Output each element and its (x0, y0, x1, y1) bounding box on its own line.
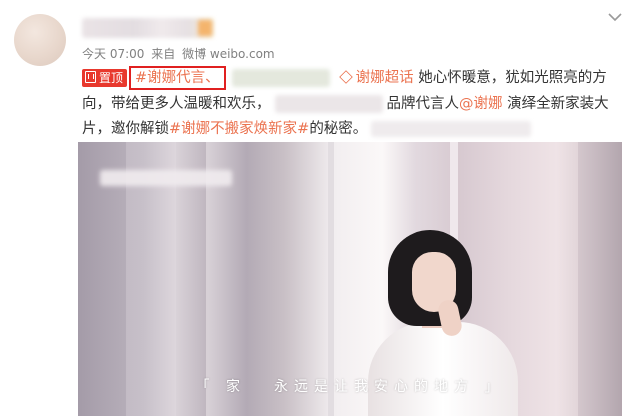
redacted-text (371, 121, 532, 137)
image-caption: 「 家 永远是让我安心的地方 」 (78, 376, 622, 396)
hashtag-highlighted[interactable]: #谢娜代言、 (129, 66, 226, 90)
pin-icon (85, 71, 96, 83)
image-background (328, 142, 334, 416)
redacted-watermark (100, 170, 232, 186)
post-source[interactable]: 微博 weibo.com (182, 47, 275, 61)
post-timestamp[interactable]: 今天 07:00 (82, 47, 144, 61)
supertopic-link[interactable]: 谢娜超话 (356, 70, 414, 86)
mention-link[interactable]: @谢娜 (459, 96, 503, 112)
post-text-1: 她心怀暖意，犹如光照亮的方 (418, 70, 607, 86)
user-badge-redacted (198, 20, 212, 36)
post-source-prefix: 来自 (151, 47, 176, 61)
caption-right: 永远是让我安心的地方 」 (274, 379, 505, 395)
avatar[interactable] (14, 14, 66, 66)
post-text-line-1: 置顶 #谢娜代言、 谢娜超话 她心怀暖意，犹如光照亮的方 (82, 66, 607, 90)
post-text-4: 演绎全新家装大 (507, 96, 609, 112)
image-background (578, 142, 622, 416)
post-text-5: 片，邀你解锁 (82, 121, 169, 137)
chevron-down-icon[interactable] (606, 10, 624, 24)
post-text-line-2: 向，带给更多人温暖和欢乐， 品牌代言人@谢娜 演绎全新家装大 (82, 92, 609, 116)
post-text-2: 向，带给更多人温暖和欢乐， (82, 96, 271, 112)
pinned-label: 置顶 (99, 71, 124, 85)
username-redacted[interactable] (82, 18, 214, 38)
post-text-3: 品牌代言人 (386, 96, 460, 112)
post-image[interactable]: 「 家 永远是让我安心的地方 」 (78, 142, 622, 416)
post-meta: 今天 07:00 来自 微博 weibo.com (82, 45, 278, 62)
diamond-icon (338, 70, 353, 84)
pinned-badge: 置顶 (82, 69, 128, 87)
redacted-text (274, 95, 383, 113)
redacted-text (231, 69, 330, 87)
post-text-6: 的秘密。 (309, 121, 368, 137)
hashtag-link[interactable]: #谢娜不搬家焕新家# (169, 121, 309, 137)
caption-left: 「 家 (195, 379, 246, 395)
post-text-line-3: 片，邀你解锁#谢娜不搬家焕新家#的秘密。 (82, 117, 532, 141)
